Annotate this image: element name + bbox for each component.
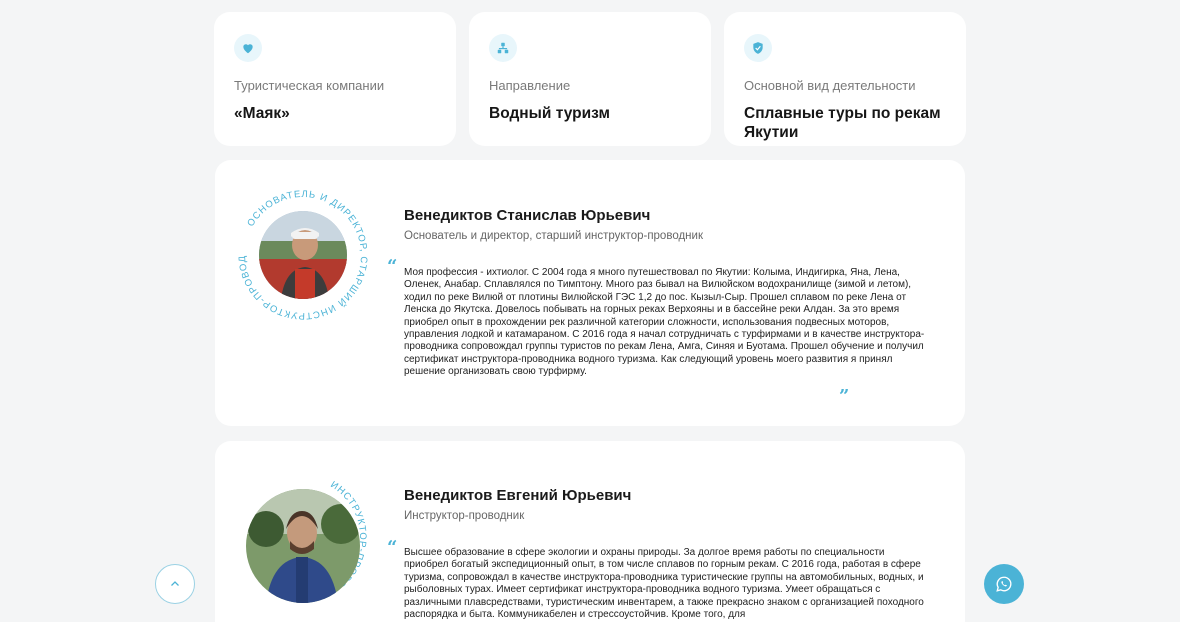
person-photo bbox=[246, 489, 360, 603]
person-bio: Моя профессия - ихтиолог. С 2004 года я … bbox=[404, 267, 925, 378]
scroll-top-button[interactable] bbox=[155, 564, 195, 604]
person-role: Инструктор-проводник bbox=[404, 510, 525, 522]
person-bio: Высшее образование в сфере экологии и ох… bbox=[404, 547, 924, 621]
quote-open-icon: “ bbox=[387, 256, 398, 277]
info-value: Водный туризм bbox=[489, 105, 610, 122]
hierarchy-icon bbox=[489, 34, 517, 62]
info-card-direction: Направление Водный туризм bbox=[469, 12, 711, 146]
quote-open-icon: “ bbox=[387, 537, 398, 558]
info-value: «Маяк» bbox=[234, 105, 290, 122]
info-label: Основной вид деятельности bbox=[744, 78, 916, 93]
person-role: Основатель и директор, старший инструкто… bbox=[404, 230, 703, 242]
quote-close-icon: ” bbox=[839, 386, 850, 407]
chevron-up-icon bbox=[171, 581, 179, 586]
person-card: ИНСТРУКТОР-ПРОВОДНИК “ Венедиктов Евгени… bbox=[215, 441, 965, 622]
shield-check-icon bbox=[744, 34, 772, 62]
info-card-company: Туристическая компании «Маяк» bbox=[214, 12, 456, 146]
person-card: ОСНОВАТЕЛЬ И ДИРЕКТОР, СТАРШИЙ ИНСТРУКТО… bbox=[215, 160, 965, 426]
whatsapp-button[interactable] bbox=[984, 564, 1024, 604]
info-card-activity: Основной вид деятельности Сплавные туры … bbox=[724, 12, 966, 146]
avatar: ОСНОВАТЕЛЬ И ДИРЕКТОР, СТАРШИЙ ИНСТРУКТО… bbox=[233, 185, 373, 325]
info-value: Сплавные туры по рекам Якутии bbox=[744, 105, 941, 141]
whatsapp-icon bbox=[996, 576, 1012, 592]
info-label: Туристическая компании bbox=[234, 78, 385, 93]
avatar: ИНСТРУКТОР-ПРОВОДНИК bbox=[232, 467, 372, 607]
person-photo bbox=[259, 211, 347, 299]
heart-icon bbox=[234, 34, 262, 62]
person-name: Венедиктов Евгений Юрьевич bbox=[404, 487, 632, 504]
person-name: Венедиктов Станислав Юрьевич bbox=[404, 207, 651, 224]
info-label: Направление bbox=[489, 78, 571, 93]
